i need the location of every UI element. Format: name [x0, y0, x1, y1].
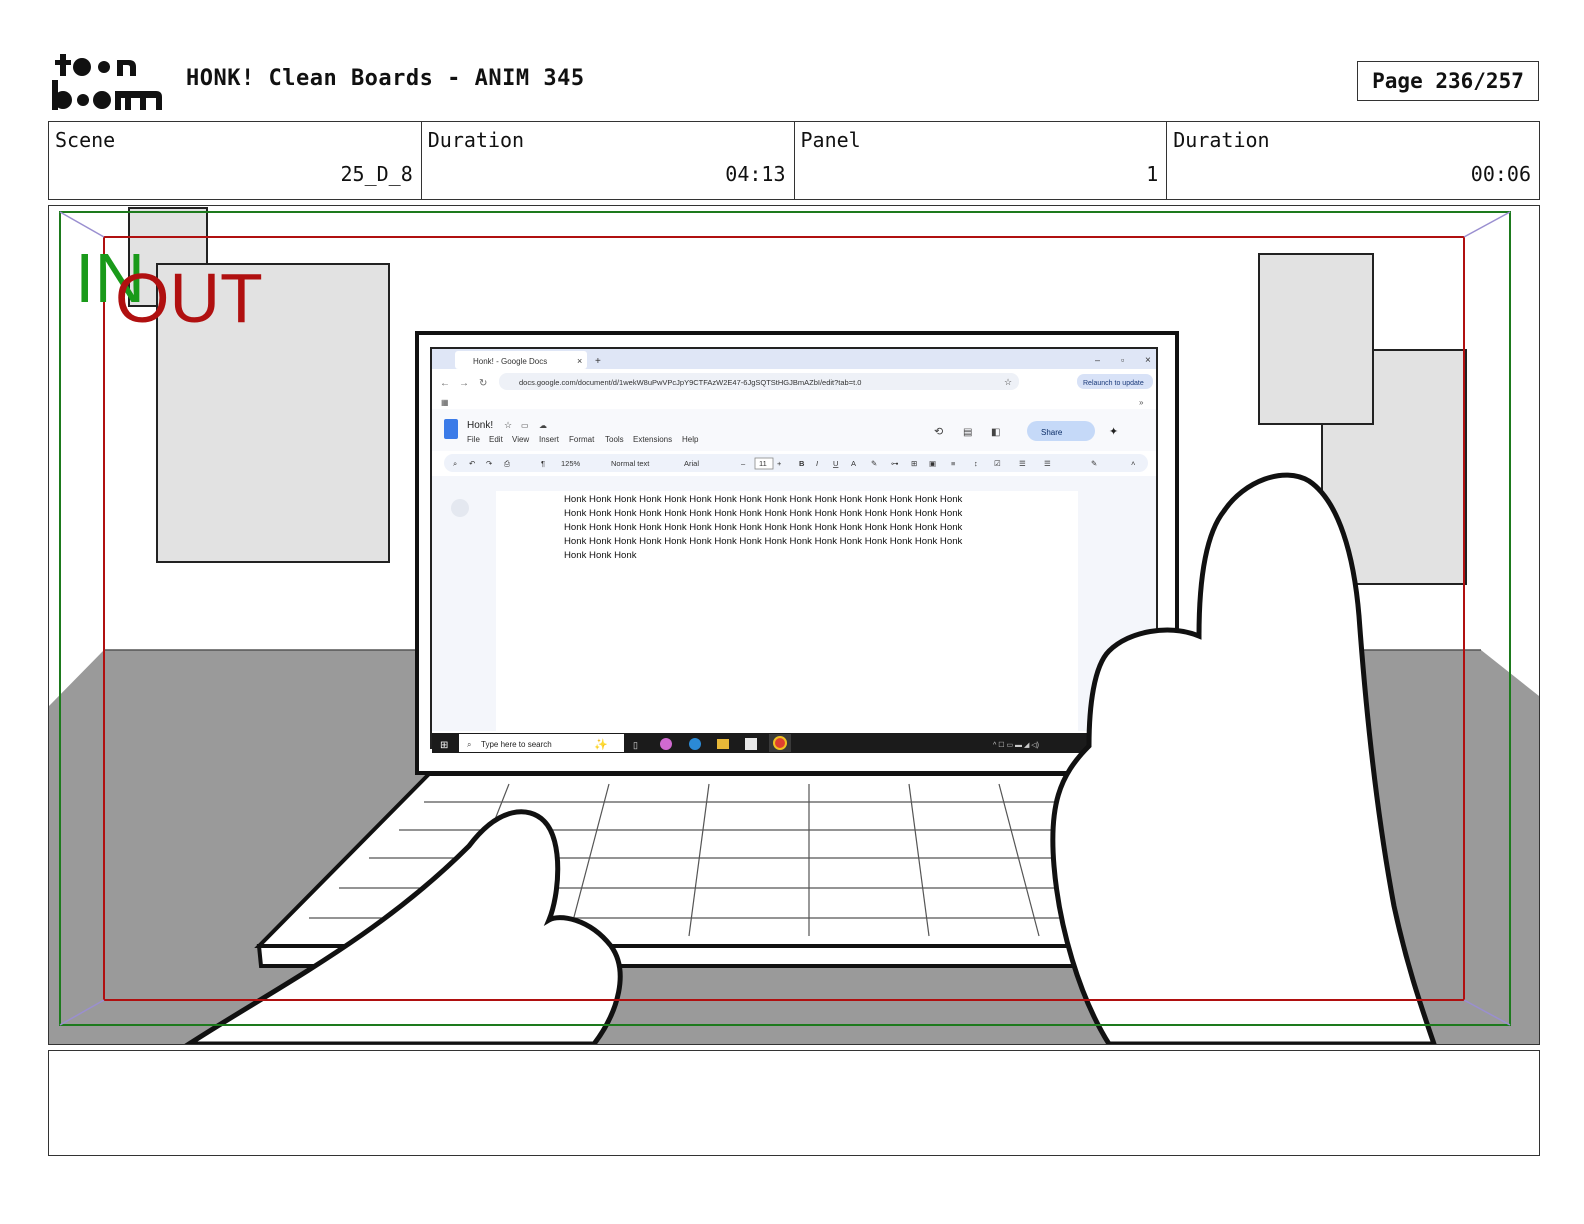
wall-poster: [1258, 253, 1374, 425]
body-line: Honk Honk Honk Honk Honk Honk Honk Honk …: [564, 536, 963, 547]
body-line: Honk Honk Honk Honk Honk Honk Honk Honk …: [564, 522, 963, 533]
link-icon[interactable]: ⊶: [891, 459, 899, 468]
menu-insert[interactable]: Insert: [539, 435, 560, 444]
out-label: OUT: [115, 259, 263, 337]
store-icon[interactable]: [745, 738, 757, 750]
meet-icon[interactable]: ◧: [991, 427, 1000, 438]
scene-label: Scene: [55, 128, 116, 152]
font-size-increase[interactable]: +: [777, 459, 782, 468]
numbered-list-icon[interactable]: ☰: [1044, 459, 1051, 468]
menu-view[interactable]: View: [512, 435, 529, 444]
toon-boom-logo: [52, 50, 164, 112]
body-line: Honk Honk Honk: [564, 550, 637, 561]
gemini-icon[interactable]: ✦: [1109, 426, 1118, 438]
search-icon: ⌕: [467, 740, 471, 749]
line-spacing-icon[interactable]: ↕: [974, 459, 978, 468]
url-text: docs.google.com/document/d/1wekW8uPwVPcJ…: [519, 378, 861, 387]
star-icon[interactable]: ☆: [504, 420, 512, 430]
panel-drawing: Honk! - Google Docs × + – ▫ × ← → ↻ docs…: [49, 207, 1539, 1044]
insert-image-icon[interactable]: ▣: [929, 459, 936, 468]
bullet-list-icon[interactable]: ☰: [1019, 459, 1026, 468]
menu-help[interactable]: Help: [682, 435, 699, 444]
scene-cell: Scene 25_D_8: [49, 122, 422, 199]
edge-icon[interactable]: [689, 738, 701, 750]
checklist-icon[interactable]: ☑: [994, 459, 1001, 468]
panel-label: Panel: [800, 128, 861, 152]
highlight-icon[interactable]: ✎: [871, 459, 877, 468]
outline-icon[interactable]: [451, 499, 469, 517]
reload-icon[interactable]: ↻: [479, 378, 487, 389]
file-explorer-icon[interactable]: [717, 739, 729, 749]
docs-logo-icon[interactable]: [444, 419, 458, 439]
scene-value: 25_D_8: [340, 162, 413, 186]
underline-icon[interactable]: U: [833, 459, 838, 468]
new-tab-icon[interactable]: +: [595, 356, 601, 367]
font-size-field[interactable]: 11: [759, 459, 767, 468]
print-icon[interactable]: ⎙: [504, 459, 511, 468]
page-number: Page 236/257: [1357, 61, 1539, 101]
undo-icon[interactable]: ↶: [469, 459, 476, 468]
collapse-toolbar-icon[interactable]: ˄: [1131, 459, 1135, 468]
panel-notes: [48, 1050, 1540, 1156]
task-view-icon[interactable]: ▯: [633, 740, 638, 750]
cloud-status-icon: ☁: [539, 421, 547, 430]
editing-mode-icon[interactable]: ✎: [1091, 459, 1097, 468]
bookmark-star-icon[interactable]: ☆: [1004, 377, 1012, 387]
redo-icon[interactable]: ↷: [486, 459, 493, 468]
windows-start-icon[interactable]: ⊞: [440, 740, 448, 751]
chrome-icon[interactable]: [773, 736, 787, 750]
sparkle-icon: ✨: [594, 738, 608, 751]
text-color-icon[interactable]: A: [851, 459, 856, 468]
move-folder-icon[interactable]: ▭: [521, 421, 529, 430]
menu-extensions[interactable]: Extensions: [633, 435, 672, 444]
history-icon[interactable]: ⟲: [934, 426, 943, 438]
zoom-select[interactable]: 125%: [561, 459, 581, 468]
back-icon[interactable]: ←: [440, 378, 450, 389]
style-select[interactable]: Normal text: [611, 459, 650, 468]
panel-cell: Panel 1: [795, 122, 1168, 199]
tab-close-icon[interactable]: ×: [577, 356, 582, 366]
bold-icon[interactable]: B: [799, 459, 805, 468]
more-bookmarks-icon[interactable]: »: [1139, 398, 1144, 407]
body-line: Honk Honk Honk Honk Honk Honk Honk Honk …: [564, 508, 963, 519]
forward-icon[interactable]: →: [459, 378, 469, 389]
align-icon[interactable]: ≡: [951, 459, 956, 468]
panel-duration-value: 00:06: [1470, 162, 1531, 186]
restore-icon[interactable]: ▫: [1121, 355, 1124, 365]
panel-value: 1: [1146, 162, 1159, 186]
menu-format[interactable]: Format: [569, 435, 595, 444]
browser-window: Honk! - Google Docs × + – ▫ × ← → ↻ docs…: [430, 347, 1158, 753]
scene-duration-value: 04:13: [725, 162, 786, 186]
minimize-icon[interactable]: –: [1095, 355, 1100, 365]
scene-duration-label: Duration: [427, 128, 525, 152]
storyboard-panel: Honk! - Google Docs × + – ▫ × ← → ↻ docs…: [48, 205, 1540, 1045]
tab-title: Honk! - Google Docs: [473, 357, 547, 366]
system-tray-icons[interactable]: ^ ☐ ▭ ▬ ◢ ◁): [993, 741, 1039, 749]
docs-toolbar: [444, 454, 1148, 472]
copilot-icon[interactable]: [660, 738, 672, 750]
menu-file[interactable]: File: [467, 435, 480, 444]
share-label: Share: [1041, 428, 1063, 437]
search-menu-icon[interactable]: ⌕: [453, 459, 457, 468]
body-line: Honk Honk Honk Honk Honk Honk Honk Honk …: [564, 494, 963, 505]
relaunch-label: Relaunch to update: [1083, 380, 1144, 387]
docs-doc-title[interactable]: Honk!: [467, 420, 493, 431]
insert-comment-icon[interactable]: ⊞: [911, 459, 917, 468]
apps-grid-icon[interactable]: ▦: [441, 398, 449, 407]
close-window-icon[interactable]: ×: [1145, 355, 1151, 366]
comment-icon[interactable]: ▤: [963, 427, 972, 438]
taskbar-search-placeholder: Type here to search: [481, 740, 552, 749]
scene-duration-cell: Duration 04:13: [422, 122, 795, 199]
panel-info-row: Scene 25_D_8 Duration 04:13 Panel 1 Dura…: [48, 121, 1540, 200]
menu-edit[interactable]: Edit: [489, 435, 504, 444]
italic-icon[interactable]: I: [816, 459, 818, 468]
document-title: HONK! Clean Boards - ANIM 345: [186, 66, 585, 91]
menu-tools[interactable]: Tools: [605, 435, 624, 444]
paint-format-icon[interactable]: ¶: [541, 459, 545, 468]
panel-duration-cell: Duration 00:06: [1167, 122, 1539, 199]
panel-duration-label: Duration: [1173, 128, 1270, 152]
font-select[interactable]: Arial: [684, 459, 699, 468]
